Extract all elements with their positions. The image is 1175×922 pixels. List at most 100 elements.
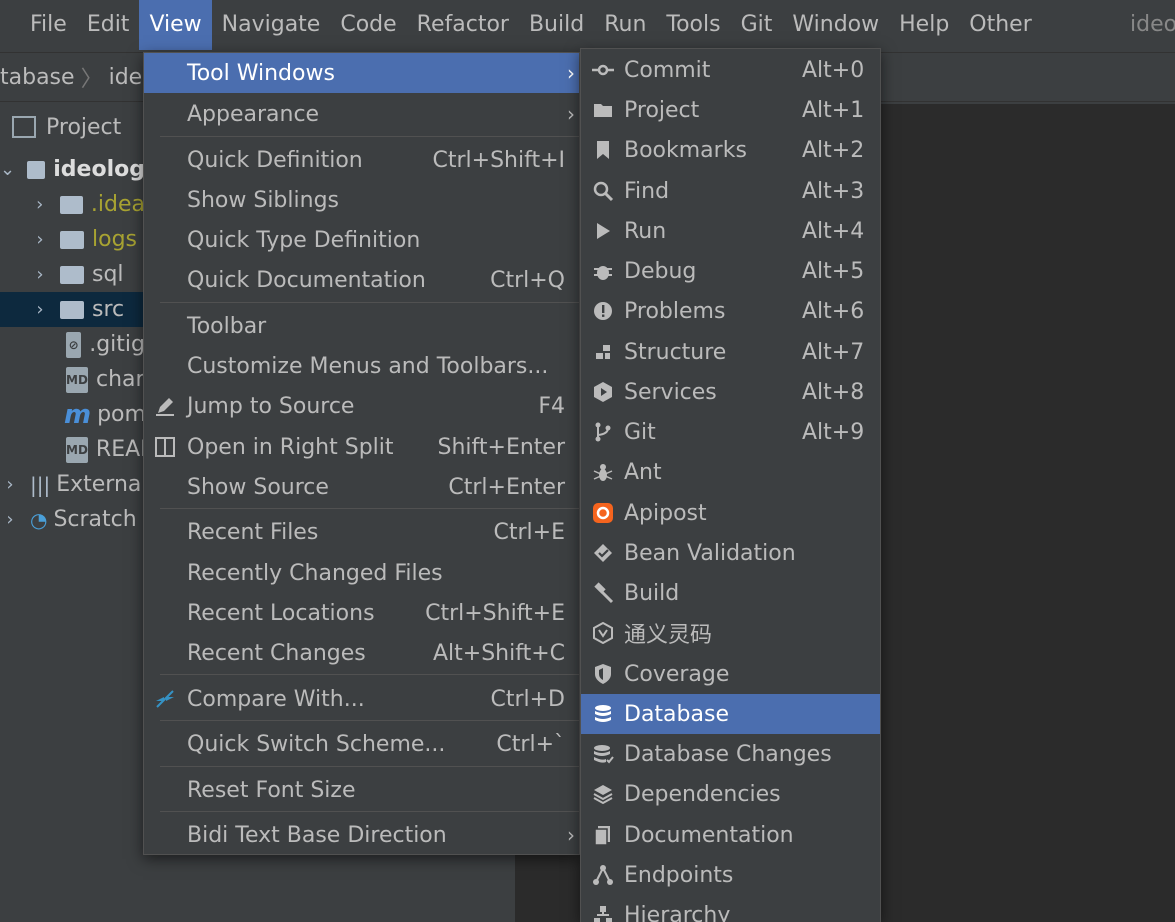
menu-item-label: Quick Switch Scheme... [187,731,446,757]
tool-window-tongyi[interactable]: 通义灵码 [581,613,880,653]
menu-refactor[interactable]: Refactor [407,0,519,50]
menu-tools[interactable]: Tools [656,0,730,50]
tool-window-coverage[interactable]: Coverage [581,654,880,694]
tool-window-bookmarks[interactable]: Bookmarks Alt+2 [581,130,880,170]
tool-window-project[interactable]: Project Alt+1 [581,90,880,130]
tree-row-external-libraries[interactable]: › ||| Externa [0,467,145,502]
search-icon [591,179,615,203]
menu-item-recent-locations[interactable]: Recent Locations Ctrl+Shift+E [144,593,579,633]
menu-item-toolbar[interactable]: Toolbar [144,306,579,346]
chevron-right-icon[interactable]: › [0,474,20,495]
menu-item-shortcut: Alt+6 [802,298,865,324]
structure-icon [591,340,615,364]
menu-item-reset-font-size[interactable]: Reset Font Size [144,770,579,810]
tool-window-ant[interactable]: Ant [581,452,880,492]
tree-row-gitignore[interactable]: ⊘ .gitig [0,327,145,362]
menu-item-appearance[interactable]: Appearance › [144,94,579,134]
tree-row-char[interactable]: MD char [0,362,145,397]
menu-edit[interactable]: Edit [77,0,140,50]
menu-item-quick-switch-scheme[interactable]: Quick Switch Scheme... Ctrl+` [144,724,579,764]
tool-window-dependencies[interactable]: Dependencies [581,774,880,814]
menu-item-compare-with[interactable]: Compare With... Ctrl+D [144,679,579,719]
tool-window-database-changes[interactable]: Database Changes [581,734,880,774]
menu-other[interactable]: Other [959,0,1041,50]
menu-item-recently-changed-files[interactable]: Recently Changed Files [144,553,579,593]
tree-row-readme[interactable]: MD READ [0,432,157,467]
tree-label: logs [92,227,137,252]
commit-icon [591,58,615,82]
tool-window-apipost[interactable]: Apipost [581,493,880,533]
menu-item-recent-files[interactable]: Recent Files Ctrl+E [144,512,579,552]
menu-help[interactable]: Help [889,0,959,50]
chevron-down-icon[interactable]: ⌄ [0,159,15,180]
menu-item-label: Compare With... [187,686,365,712]
menu-git[interactable]: Git [731,0,783,50]
menu-item-quick-definition[interactable]: Quick Definition Ctrl+Shift+I [144,140,579,180]
menu-item-shortcut: Ctrl+` [496,731,565,757]
services-icon [591,380,615,404]
project-tree: ⌄ ideolog › .idea › logs › sql › src ⊘ .… [0,152,157,537]
breadcrumb-item[interactable]: tabase [0,65,75,90]
tree-label: sql [92,262,124,287]
tree-row-scratches[interactable]: › ◔ Scratch [0,502,145,537]
menu-navigate[interactable]: Navigate [212,0,331,50]
tree-row-logs[interactable]: › logs [0,222,145,257]
tree-row-src[interactable]: › src [0,292,145,327]
breadcrumb-separator-icon: 〉 [80,67,103,92]
tool-window-hierarchy[interactable]: Hierarchy [581,895,880,922]
tool-window-bean-validation[interactable]: Bean Validation [581,533,880,573]
tool-window-services[interactable]: Services Alt+8 [581,372,880,412]
hammer-icon [591,581,615,605]
menu-item-label: Structure [624,339,727,365]
menu-item-label: 通义灵码 [624,623,713,648]
menu-item-quick-type-definition[interactable]: Quick Type Definition [144,220,579,260]
menu-item-shortcut: Alt+2 [802,137,865,163]
menu-code[interactable]: Code [330,0,406,50]
chevron-right-icon[interactable]: › [30,229,50,250]
menu-run[interactable]: Run [594,0,656,50]
window-title: ideo [1130,12,1175,37]
chevron-right-icon[interactable]: › [30,194,50,215]
menu-window[interactable]: Window [782,0,889,50]
menu-item-open-in-right-split[interactable]: Open in Right Split Shift+Enter [144,427,579,467]
tool-window-run[interactable]: Run Alt+4 [581,211,880,251]
menu-item-quick-documentation[interactable]: Quick Documentation Ctrl+Q [144,260,579,300]
tree-row-pom[interactable]: m pom [0,397,146,432]
menu-item-show-source[interactable]: Show Source Ctrl+Enter [144,467,579,507]
tree-row-ideolog[interactable]: ⌄ ideolog [0,152,145,187]
tool-window-git[interactable]: Git Alt+9 [581,412,880,452]
tool-window-database[interactable]: Database [581,694,880,734]
menu-build[interactable]: Build [519,0,594,50]
tool-window-debug[interactable]: Debug Alt+5 [581,251,880,291]
menu-item-shortcut: Ctrl+Enter [448,474,565,500]
tool-window-build[interactable]: Build [581,573,880,613]
tree-row-idea[interactable]: › .idea [0,187,145,222]
tool-window-problems[interactable]: Problems Alt+6 [581,291,880,331]
menu-separator [160,508,579,509]
chevron-right-icon[interactable]: › [30,264,50,285]
menu-item-customize-menus[interactable]: Customize Menus and Toolbars... [144,346,579,386]
menu-item-label: Show Siblings [187,187,339,213]
chevron-right-icon[interactable]: › [0,509,20,530]
menu-item-recent-changes[interactable]: Recent Changes Alt+Shift+C [144,633,579,673]
tool-window-documentation[interactable]: Documentation [581,815,880,855]
menu-item-shortcut: Ctrl+Q [490,267,565,293]
chevron-right-icon[interactable]: › [30,299,50,320]
menu-item-show-siblings[interactable]: Show Siblings [144,180,579,220]
menu-item-label: Open in Right Split [187,434,394,460]
tool-window-commit[interactable]: Commit Alt+0 [581,50,880,90]
menu-item-label: Problems [624,298,726,324]
menu-item-shortcut: Shift+Enter [437,434,566,460]
tree-row-sql[interactable]: › sql [0,257,145,292]
project-panel-header[interactable]: Project [0,104,145,150]
menu-view[interactable]: View [139,0,212,50]
menu-item-jump-to-source[interactable]: Jump to Source F4 [144,386,579,426]
menu-item-bidi-text-direction[interactable]: Bidi Text Base Direction › [144,815,579,855]
tool-window-structure[interactable]: Structure Alt+7 [581,332,880,372]
tool-window-find[interactable]: Find Alt+3 [581,171,880,211]
menu-item-tool-windows[interactable]: Tool Windows › [144,53,579,93]
tool-window-endpoints[interactable]: Endpoints [581,855,880,895]
menu-item-shortcut: Alt+5 [802,258,865,284]
menu-file[interactable]: File [0,0,77,50]
menu-item-shortcut: Ctrl+Shift+E [425,600,565,626]
